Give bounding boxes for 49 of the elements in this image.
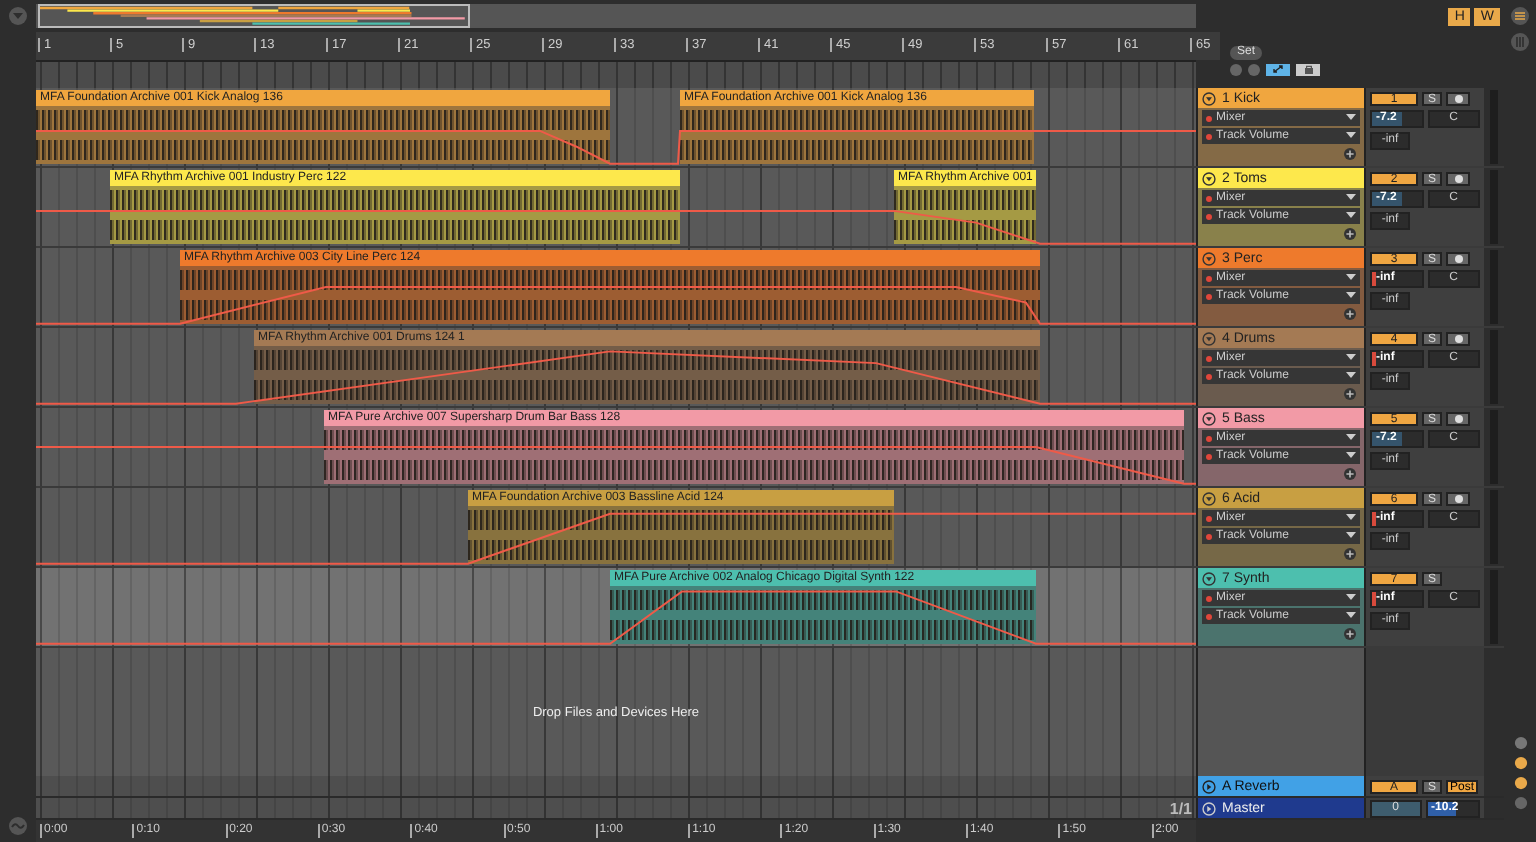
menu-icon[interactable] [1510,6,1530,26]
circle-icon [1453,334,1463,344]
circle-icon [1453,254,1463,264]
arm-button[interactable] [1446,412,1470,426]
fold-icon[interactable] [1202,491,1216,505]
automation-line[interactable] [36,209,1196,245]
arm-button[interactable] [1446,492,1470,506]
returns-toggle-icon[interactable] [1513,776,1527,790]
sends-toggle-icon[interactable] [1513,756,1527,770]
arm-button[interactable] [1446,92,1470,106]
next-locator-button[interactable] [1248,63,1260,75]
io-toggle-icon[interactable] [1513,736,1527,750]
fold-icon[interactable] [1202,171,1216,185]
lock-button[interactable] [1296,63,1320,75]
circle-icon [1453,174,1463,184]
circle-icon [1453,414,1463,424]
automation-line[interactable] [36,446,1196,485]
add-lane-icon[interactable] [1344,148,1356,160]
page-indicator: 1/1 [1169,800,1192,818]
fold-icon[interactable] [1202,411,1216,425]
fold-icon[interactable] [1202,251,1216,265]
expand-button[interactable] [1266,63,1290,75]
add-lane-icon[interactable] [1344,468,1356,480]
previous-locator-button[interactable] [1230,63,1242,75]
circle-icon [1453,94,1463,104]
fold-icon[interactable] [1202,571,1216,585]
automation-line[interactable] [36,350,1196,405]
automation-line[interactable] [36,512,1196,565]
add-lane-icon[interactable] [1344,628,1356,640]
mixer-toggle-icon[interactable] [1510,32,1530,52]
add-lane-icon[interactable] [1344,388,1356,400]
master-lane[interactable]: 1/1 [36,798,1196,818]
add-lane-icon[interactable] [1344,308,1356,320]
mixer-toggle-icon[interactable] [1513,796,1527,810]
fold-icon[interactable] [1202,779,1216,793]
fold-icon[interactable] [1202,91,1216,105]
add-lane-icon[interactable] [1344,548,1356,560]
arm-button[interactable] [1446,332,1470,346]
automation-line[interactable] [36,590,1196,645]
arm-button[interactable] [1446,252,1470,266]
automation-line[interactable] [36,286,1196,325]
diagonal-arrow-icon [1272,64,1284,74]
circle-icon [1453,494,1463,504]
waveform [894,186,1036,244]
add-lane-icon[interactable] [1344,228,1356,240]
automation-line[interactable] [36,129,1196,165]
lock-icon [1303,64,1313,74]
overview-drawing[interactable] [36,4,1196,28]
arm-button[interactable] [1446,172,1470,186]
